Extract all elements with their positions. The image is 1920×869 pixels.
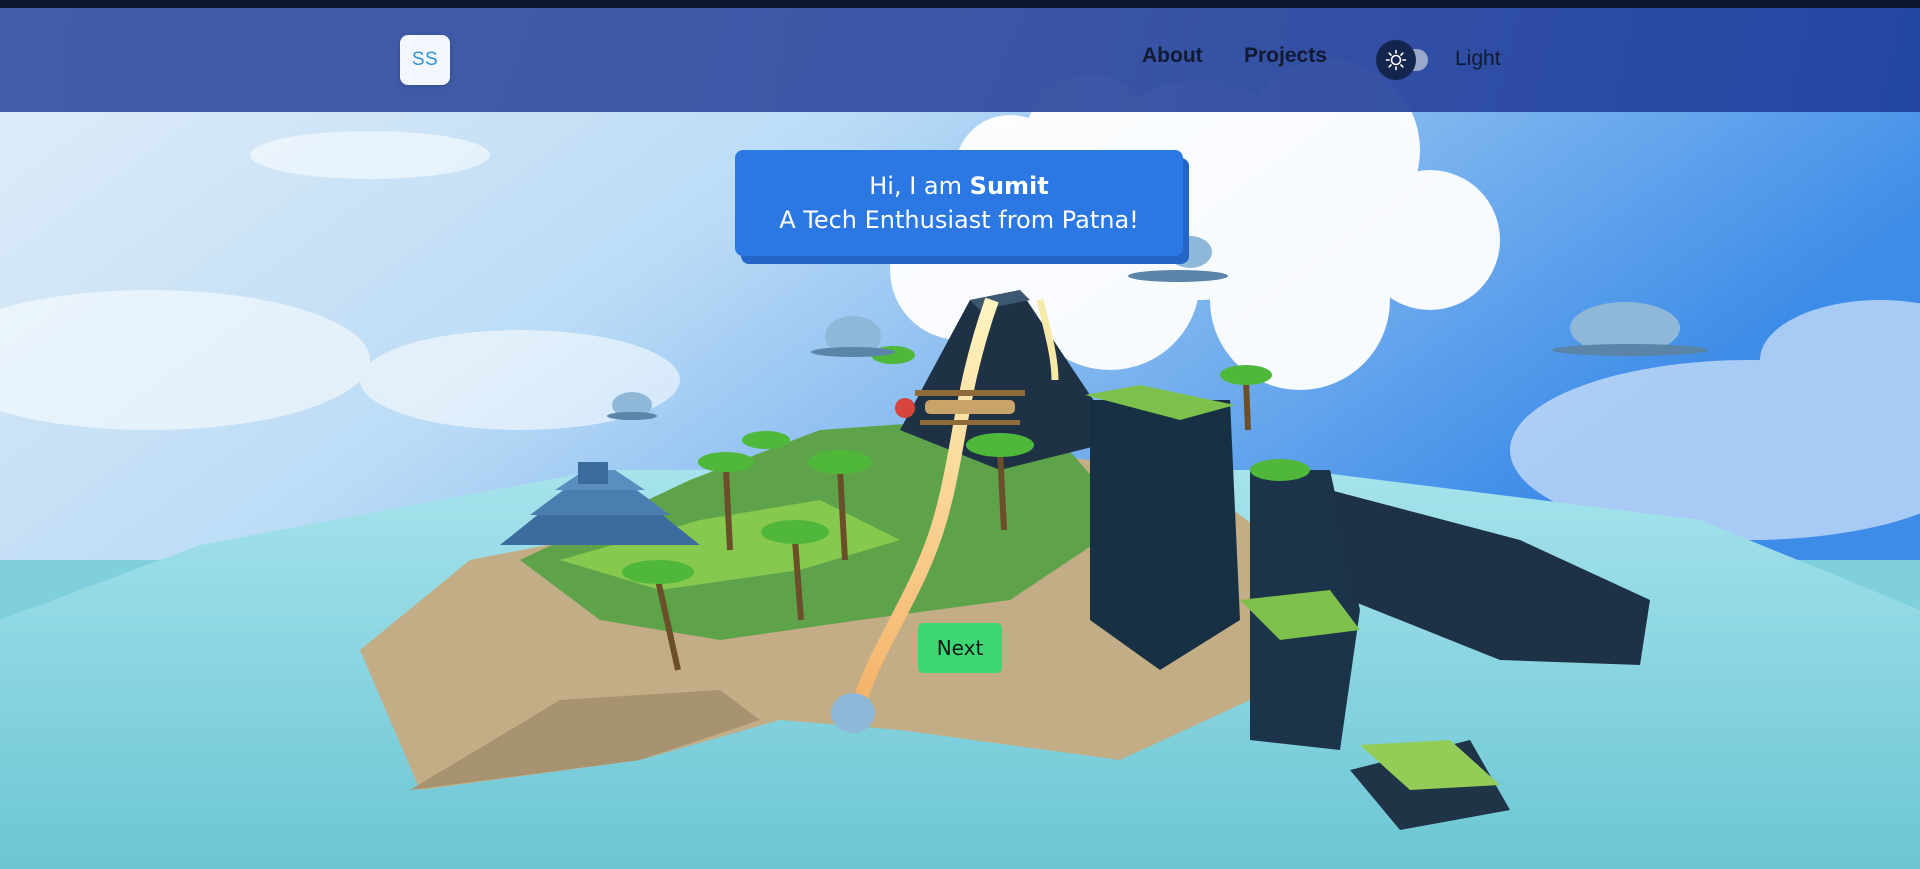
island-scene[interactable]: [0, 0, 1920, 869]
nav-link-about[interactable]: About: [1142, 44, 1203, 68]
greeting-box: Hi, I am Sumit A Tech Enthusiast from Pa…: [735, 150, 1183, 256]
toggle-knob: [1376, 40, 1416, 80]
greeting-tagline: A Tech Enthusiast from Patna!: [779, 206, 1139, 234]
theme-toggle-label: Light: [1455, 47, 1501, 70]
navbar: SS About Projects Light: [0, 8, 1920, 112]
greeting-line: Hi, I am Sumit: [735, 169, 1183, 203]
cliff: [1090, 400, 1240, 670]
theme-toggle[interactable]: [1376, 40, 1436, 80]
top-strip: [0, 0, 1920, 8]
logo-link[interactable]: SS: [400, 35, 450, 85]
sun-icon: [1385, 49, 1407, 71]
nav-link-projects[interactable]: Projects: [1244, 44, 1327, 68]
greeting-name: Sumit: [969, 172, 1049, 200]
greeting-prefix: Hi, I am: [869, 172, 970, 200]
logo-text: SS: [411, 49, 439, 70]
next-button[interactable]: Next: [918, 623, 1002, 673]
